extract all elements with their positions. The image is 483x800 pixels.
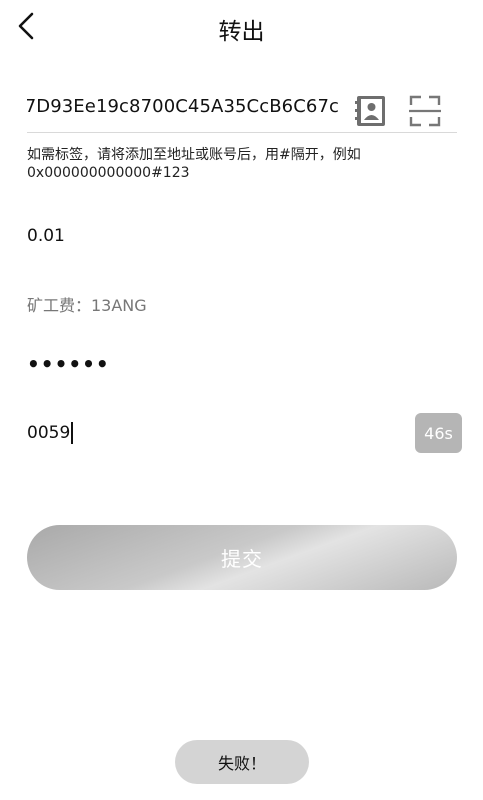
- password-input[interactable]: ••••••: [27, 352, 457, 376]
- text-caret: [71, 422, 74, 444]
- miner-fee-label: 矿工费：13ANG: [27, 296, 147, 315]
- contacts-book-icon: [355, 96, 385, 126]
- amount-input[interactable]: 0.01: [27, 226, 457, 246]
- page-title: 转出: [218, 19, 265, 45]
- error-toast: 失败！: [175, 740, 309, 784]
- verification-code-input[interactable]: 0059: [27, 422, 457, 454]
- submit-button[interactable]: 提交: [27, 525, 457, 590]
- resend-code-button[interactable]: 46s: [415, 413, 462, 453]
- address-input[interactable]: 37D93Ee19c8700C45A35CcB6C67c: [27, 96, 339, 124]
- scan-button[interactable]: [408, 94, 442, 128]
- memo-hint-line2: 0x000000000000#123: [27, 165, 190, 181]
- scan-frame-icon: [409, 95, 441, 127]
- verification-code-value: 0059: [27, 423, 71, 443]
- memo-hint: 如需标签，请将添加至地址或账号后，用#隔开，例如 0x000000000000#…: [27, 146, 447, 182]
- address-field[interactable]: 37D93Ee19c8700C45A35CcB6C67c: [27, 86, 457, 133]
- top-bar: 转出: [0, 0, 483, 56]
- memo-hint-line1: 如需标签，请将添加至地址或账号后，用#隔开，例如: [27, 147, 361, 163]
- address-value: 37D93Ee19c8700C45A35CcB6C67c: [27, 96, 339, 117]
- contacts-button[interactable]: [354, 94, 388, 128]
